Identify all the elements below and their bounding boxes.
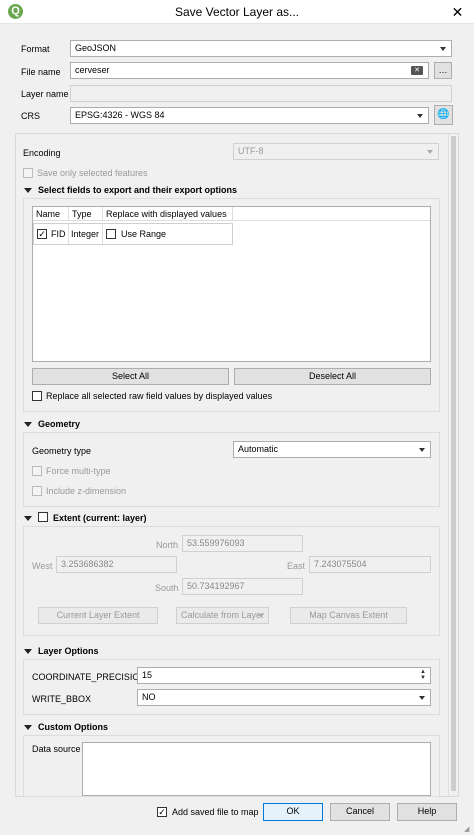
globe-icon: 🌐 (437, 109, 450, 120)
resize-grip-icon[interactable]: ◢ (464, 825, 472, 833)
save-selected-label: Save only selected features (37, 168, 148, 178)
chevron-down-icon (427, 150, 433, 154)
geometry-section-title: Geometry (38, 419, 81, 429)
cancel-button[interactable]: Cancel (330, 803, 390, 821)
deselect-all-button[interactable]: Deselect All (234, 368, 431, 385)
cell-divider (102, 224, 103, 244)
current-layer-extent-button[interactable]: Current Layer Extent (38, 607, 158, 624)
fid-checkbox[interactable]: ✓ (37, 229, 47, 239)
encoding-label: Encoding (23, 148, 61, 158)
filename-input[interactable]: cerveser ✕ (70, 62, 429, 79)
add-saved-checkbox[interactable]: ✓ (157, 807, 167, 817)
column-header-name[interactable]: Name (33, 207, 69, 221)
vertical-scrollbar[interactable] (448, 134, 458, 796)
ok-button[interactable]: OK (263, 803, 323, 821)
fields-table: Name Type Replace with displayed values … (32, 206, 431, 362)
coordinate-precision-label: COORDINATE_PRECISION (32, 672, 146, 682)
select-all-button[interactable]: Select All (32, 368, 229, 385)
window-title: Save Vector Layer as... (174, 5, 300, 19)
field-type-cell: Integer (71, 229, 100, 239)
use-range-label: Use Range (121, 229, 167, 239)
column-header-replace[interactable]: Replace with displayed values (103, 207, 233, 221)
filename-label: File name (21, 67, 61, 77)
force-multi-label: Force multi-type (46, 466, 111, 476)
write-bbox-label: WRITE_BBOX (32, 694, 92, 704)
collapse-triangle-icon[interactable] (24, 516, 32, 521)
east-input[interactable]: 7.243075504 (309, 556, 431, 573)
collapse-triangle-icon[interactable] (24, 725, 32, 730)
cell-divider (68, 224, 69, 244)
replace-all-label: Replace all selected raw field values by… (46, 391, 273, 401)
column-header-type[interactable]: Type (69, 207, 103, 221)
collapse-triangle-icon[interactable] (24, 422, 32, 427)
write-bbox-select[interactable]: NO (137, 689, 431, 706)
data-source-textarea[interactable] (82, 742, 431, 796)
encoding-value: UTF-8 (238, 146, 264, 156)
write-bbox-value: NO (142, 692, 156, 702)
west-label: West (32, 561, 53, 571)
crs-select[interactable]: EPSG:4326 - WGS 84 (70, 107, 429, 124)
fields-section-title: Select fields to export and their export… (38, 185, 238, 195)
data-source-label: Data source (32, 744, 81, 754)
calculate-from-layer-button[interactable]: Calculate from Layer (176, 607, 269, 624)
use-range-checkbox[interactable] (106, 229, 116, 239)
chevron-down-icon (440, 47, 446, 51)
crs-value: EPSG:4326 - WGS 84 (75, 110, 165, 120)
custom-options-title: Custom Options (38, 722, 108, 732)
south-input[interactable]: 50.734192967 (182, 578, 303, 595)
help-button[interactable]: Help (397, 803, 457, 821)
save-selected-checkbox[interactable] (23, 168, 33, 178)
table-row[interactable]: ✓ FID Integer Use Range (33, 223, 233, 245)
collapse-triangle-icon[interactable] (24, 188, 32, 193)
add-saved-label: Add saved file to map (172, 807, 259, 817)
chevron-down-icon (417, 114, 423, 118)
chevron-down-icon (419, 448, 425, 452)
close-button[interactable]: ✕ (441, 0, 474, 24)
layername-input[interactable] (70, 85, 452, 102)
coordinate-precision-value: 15 (142, 670, 153, 680)
east-label: East (287, 561, 306, 571)
crs-selector-button[interactable]: 🌐 (434, 105, 453, 125)
north-label: North (156, 540, 179, 550)
format-label: Format (21, 44, 50, 54)
table-header: Name Type Replace with displayed values (33, 207, 430, 221)
include-z-checkbox[interactable] (32, 486, 42, 496)
south-label: South (155, 583, 179, 593)
replace-all-checkbox[interactable] (32, 391, 42, 401)
layername-label: Layer name (21, 89, 69, 99)
field-name-cell: FID (51, 229, 66, 239)
clear-icon[interactable]: ✕ (411, 66, 423, 75)
format-select[interactable]: GeoJSON (70, 40, 452, 57)
title-bar: Q Save Vector Layer as... ✕ (0, 0, 474, 24)
geometry-type-value: Automatic (238, 444, 279, 454)
map-canvas-extent-button[interactable]: Map Canvas Extent (290, 607, 407, 624)
encoding-select[interactable]: UTF-8 (233, 143, 439, 160)
north-input[interactable]: 53.559976093 (182, 535, 303, 552)
spin-arrows-icon[interactable]: ▲ ▼ (418, 669, 428, 682)
chevron-down-icon (419, 696, 425, 700)
extent-checkbox[interactable] (38, 512, 48, 522)
crs-label: CRS (21, 111, 41, 121)
browse-button[interactable]: … (434, 62, 452, 79)
force-multi-checkbox[interactable] (32, 466, 42, 476)
west-input[interactable]: 3.253686382 (56, 556, 177, 573)
filename-value: cerveser (75, 65, 110, 75)
geometry-type-select[interactable]: Automatic (233, 441, 431, 458)
layer-options-title: Layer Options (38, 646, 99, 656)
chevron-down-icon (258, 614, 264, 617)
geometry-type-label: Geometry type (32, 446, 92, 456)
coordinate-precision-input[interactable]: 15 ▲ ▼ (137, 667, 431, 684)
collapse-triangle-icon[interactable] (24, 649, 32, 654)
scrollbar-thumb[interactable] (451, 136, 456, 791)
calculate-from-layer-label: Calculate from Layer (181, 610, 265, 620)
extent-section-title: Extent (current: layer) (53, 513, 147, 523)
format-value: GeoJSON (75, 43, 117, 53)
include-z-label: Include z-dimension (46, 486, 127, 496)
